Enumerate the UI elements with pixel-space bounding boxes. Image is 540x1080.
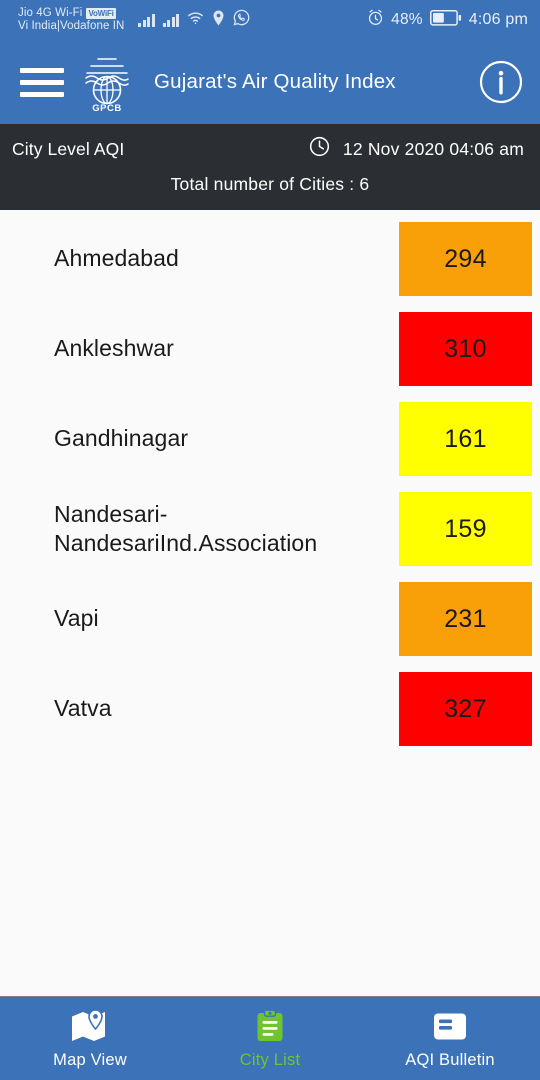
clock-time-label: 4:06 pm (468, 11, 528, 28)
city-name-label: Vapi (54, 605, 99, 632)
aqi-value-box: 161 (399, 402, 532, 476)
carrier-name-jio: Jio 4G Wi-Fi (18, 7, 83, 20)
carrier-name-vi: Vi India|Vodafone IN (18, 20, 125, 32)
info-strip-bottom-row: Total number of Cities : 6 (0, 174, 540, 210)
status-bar: Jio 4G Wi-Fi VoWiFi Vi India|Vodafone IN (0, 0, 540, 40)
whatsapp-icon (233, 9, 250, 31)
carrier-line-1: Jio 4G Wi-Fi VoWiFi (18, 7, 124, 20)
aqi-value-box: 231 (399, 582, 532, 656)
hamburger-bar (20, 67, 64, 73)
clock-icon (308, 135, 331, 163)
battery-percent-label: 48% (391, 11, 423, 28)
city-name-label: Ankleshwar (54, 335, 174, 362)
wifi-icon (187, 11, 204, 30)
info-strip: City Level AQI 12 Nov 2020 04:06 am Tota… (0, 124, 540, 210)
battery-icon (429, 9, 462, 31)
total-cities-label: Total number of Cities : 6 (170, 174, 370, 194)
signal-bars-sim2-icon (162, 13, 180, 27)
city-row[interactable]: Vatva 327 (0, 664, 540, 754)
hamburger-menu-button[interactable] (20, 67, 64, 97)
strip-datetime-label: 12 Nov 2020 04:06 am (342, 138, 524, 159)
city-name-label: Nandesari-NandesariInd.Association (54, 500, 318, 556)
svg-text:GPCB: GPCB (92, 103, 121, 113)
vowifi-badge: VoWiFi (86, 8, 116, 19)
city-list[interactable]: Ahmedabad 294 Ankleshwar 310 Gandhinagar 161 N… (0, 210, 540, 996)
signal-bars-sim1-icon (138, 13, 155, 27)
nav-label-map-view: Map View (53, 1050, 127, 1069)
article-icon (431, 1008, 469, 1046)
city-name-label: Ahmedabad (54, 245, 179, 272)
bottom-navigation-bar: Map View City List AQI Bulletin (0, 996, 540, 1080)
info-strip-datetime-group: 12 Nov 2020 04:06 am (308, 135, 524, 163)
nav-tab-city-list[interactable]: City List (180, 997, 360, 1080)
aqi-value-box: 310 (399, 312, 532, 386)
app-root: Jio 4G Wi-Fi VoWiFi Vi India|Vodafone IN (0, 0, 540, 1080)
alarm-clock-icon (367, 9, 384, 31)
city-row[interactable]: Vapi 231 (0, 574, 540, 664)
nav-label-city-list: City List (239, 1050, 301, 1069)
hamburger-bar (20, 79, 64, 85)
city-row[interactable]: Ahmedabad 294 (0, 214, 540, 304)
info-strip-top-row: City Level AQI 12 Nov 2020 04:06 am (0, 124, 540, 174)
info-icon[interactable] (478, 59, 524, 105)
app-bar: GPCB Gujarat's Air Quality Index (0, 40, 540, 124)
city-name-label: Gandhinagar (54, 425, 189, 452)
aqi-value-box: 327 (399, 672, 532, 746)
status-bar-icons (138, 9, 250, 31)
hamburger-bar (20, 91, 64, 97)
nav-label-aqi-bulletin: AQI Bulletin (405, 1050, 495, 1069)
location-pin-icon (212, 10, 225, 31)
status-bar-right: 48% 4:06 pm (367, 9, 528, 31)
city-name-label: Vatva (54, 695, 112, 722)
city-row[interactable]: Ankleshwar 310 (0, 304, 540, 394)
aqi-value-box: 159 (399, 492, 532, 566)
status-bar-carrier-block: Jio 4G Wi-Fi VoWiFi Vi India|Vodafone IN (18, 7, 124, 33)
nav-tab-aqi-bulletin[interactable]: AQI Bulletin (360, 997, 540, 1080)
strip-title-label: City Level AQI (12, 138, 125, 159)
page-title: Gujarat's Air Quality Index (154, 70, 396, 93)
gpcb-logo-icon: GPCB (78, 51, 136, 113)
city-row[interactable]: Gandhinagar 161 (0, 394, 540, 484)
aqi-value-box: 294 (399, 222, 532, 296)
nav-tab-map-view[interactable]: Map View (0, 997, 180, 1080)
city-row[interactable]: Nandesari-NandesariInd.Association 159 (0, 484, 540, 574)
clipboard-icon (253, 1008, 287, 1046)
map-view-icon (70, 1008, 110, 1046)
